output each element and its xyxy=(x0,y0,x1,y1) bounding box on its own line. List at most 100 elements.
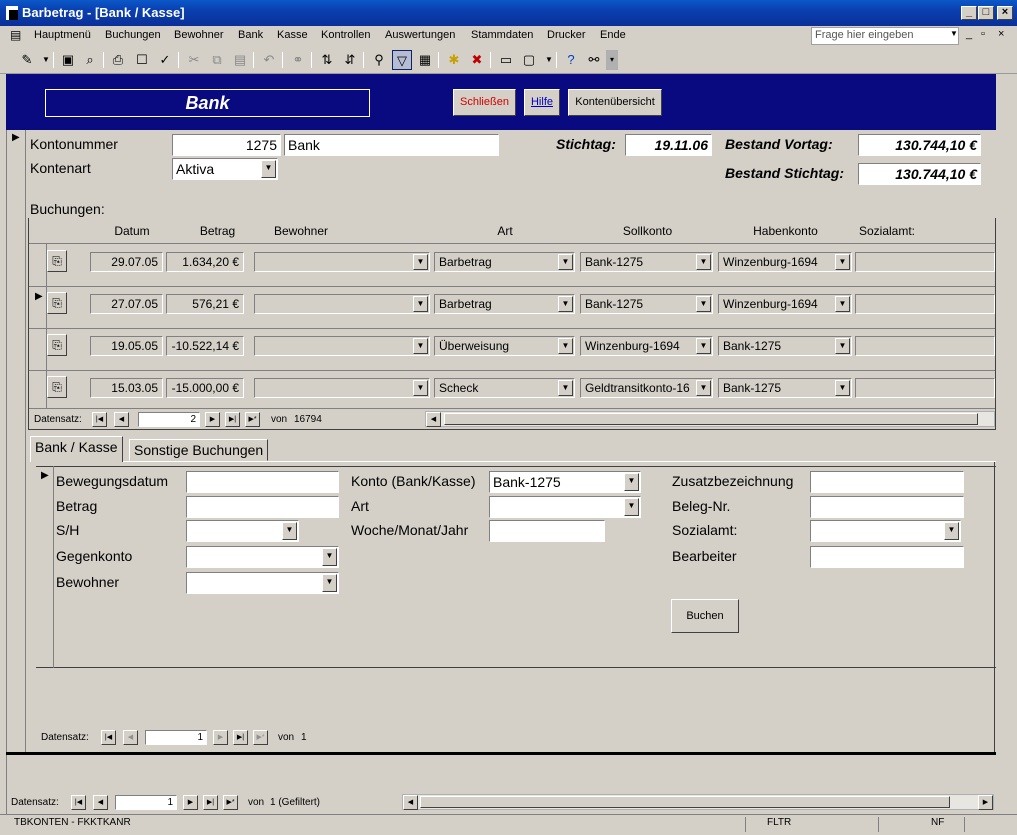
subform-scroll-thumb[interactable] xyxy=(444,413,978,425)
menu-buchungen[interactable]: Buchungen xyxy=(105,29,161,41)
cut-icon[interactable]: ✂ xyxy=(184,50,204,70)
prev-record-icon[interactable]: ◀ xyxy=(123,730,138,745)
spellcheck-icon[interactable]: ✓ xyxy=(155,50,175,70)
hyperlink-icon[interactable]: ⚭ xyxy=(288,50,308,70)
chevron-down-icon[interactable]: ▼ xyxy=(413,254,428,270)
row-bewohner[interactable]: ▼ xyxy=(254,336,430,356)
subform-record-number[interactable]: 2 xyxy=(138,412,200,427)
row-datum[interactable]: 29.07.05 xyxy=(90,252,163,272)
scroll-right-icon[interactable]: ▶ xyxy=(978,795,993,810)
menu-bewohner[interactable]: Bewohner xyxy=(174,29,224,41)
search-file-icon[interactable]: ⌕ xyxy=(80,50,100,70)
kontenuebersicht-button[interactable]: Kontenübersicht xyxy=(568,89,662,116)
chevron-down-icon[interactable]: ▼ xyxy=(413,338,428,354)
menu-kontrollen[interactable]: Kontrollen xyxy=(321,29,371,41)
bewegungsdatum-input[interactable] xyxy=(186,471,339,493)
undo-icon[interactable]: ↶ xyxy=(259,50,279,70)
save-icon[interactable]: ▣ xyxy=(58,50,78,70)
chevron-down-icon[interactable]: ▼ xyxy=(944,522,959,540)
prev-record-icon[interactable]: ◀ xyxy=(93,795,108,810)
next-record-icon[interactable]: ▶ xyxy=(213,730,228,745)
row-datum[interactable]: 15.03.05 xyxy=(90,378,163,398)
toolbar-options-icon[interactable]: ▾ xyxy=(606,50,618,70)
tab-sonstige-buchungen[interactable]: Sonstige Buchungen xyxy=(129,439,269,461)
chevron-down-icon[interactable]: ▼ xyxy=(696,296,711,312)
first-record-icon[interactable]: |◀ xyxy=(71,795,86,810)
sort-ascending-icon[interactable]: ⇅ xyxy=(317,50,337,70)
scroll-left-icon[interactable]: ◀ xyxy=(426,412,441,427)
help-dropdown-icon[interactable]: ▼ xyxy=(950,29,958,38)
maximize-button[interactable]: □ xyxy=(978,6,994,20)
delete-record-icon[interactable]: ✖ xyxy=(467,50,487,70)
chevron-down-icon[interactable]: ▼ xyxy=(696,254,711,270)
sh-select[interactable]: ▼ xyxy=(186,520,299,542)
menu-kasse[interactable]: Kasse xyxy=(277,29,308,41)
chevron-down-icon[interactable]: ▼ xyxy=(558,296,573,312)
row-sollkonto[interactable]: Bank-1275 ▼ xyxy=(580,252,713,272)
new-record-icon[interactable]: ▶* xyxy=(223,795,238,810)
row-art[interactable]: Scheck ▼ xyxy=(434,378,575,398)
next-record-icon[interactable]: ▶ xyxy=(183,795,198,810)
new-record-icon[interactable]: ▶* xyxy=(245,412,260,427)
first-record-icon[interactable]: |◀ xyxy=(92,412,107,427)
row-betrag[interactable]: -10.522,14 € xyxy=(166,336,244,356)
chevron-down-icon[interactable]: ▼ xyxy=(558,380,573,396)
kontoname-field[interactable]: Bank xyxy=(284,134,499,156)
chevron-down-icon[interactable]: ▼ xyxy=(558,254,573,270)
bewohner-select[interactable]: ▼ xyxy=(186,572,339,594)
doc-minimize-icon[interactable]: _ xyxy=(966,28,972,40)
find-binoculars-icon[interactable]: ⚯ xyxy=(584,50,604,70)
woche-input[interactable] xyxy=(489,520,605,542)
row-sollkonto[interactable]: Geldtransitkonto-16 ▼ xyxy=(580,378,713,398)
betrag-input[interactable] xyxy=(186,496,339,518)
last-record-icon[interactable]: ▶| xyxy=(225,412,240,427)
copy-icon[interactable]: ⧉ xyxy=(207,50,227,70)
new-record-icon[interactable]: ▶* xyxy=(253,730,268,745)
first-record-icon[interactable]: |◀ xyxy=(101,730,116,745)
zusatz-input[interactable] xyxy=(810,471,964,493)
kontonummer-field[interactable]: 1275 xyxy=(172,134,281,156)
row-detail-button[interactable]: ⎘ xyxy=(47,250,67,272)
chevron-down-icon[interactable]: ▼ xyxy=(322,574,337,592)
row-habenkonto[interactable]: Winzenburg-1694 ▼ xyxy=(718,252,852,272)
row-betrag[interactable]: -15.000,00 € xyxy=(166,378,244,398)
help-icon[interactable]: ? xyxy=(561,50,581,70)
menu-drucker[interactable]: Drucker xyxy=(547,29,586,41)
row-sozialamt[interactable] xyxy=(855,294,995,314)
minimize-button[interactable]: _ xyxy=(961,6,977,20)
chevron-down-icon[interactable]: ▼ xyxy=(835,254,850,270)
kontenart-select[interactable]: Aktiva ▼ xyxy=(172,158,278,180)
filter-form-icon[interactable]: ▦ xyxy=(415,50,435,70)
database-window-icon[interactable]: ▭ xyxy=(496,50,516,70)
next-record-icon[interactable]: ▶ xyxy=(205,412,220,427)
print-preview-icon[interactable]: ☐ xyxy=(132,50,152,70)
menu-ende[interactable]: Ende xyxy=(600,29,626,41)
doc-restore-icon[interactable]: ▫ xyxy=(981,28,985,40)
chevron-down-icon[interactable]: ▼ xyxy=(413,380,428,396)
chevron-down-icon[interactable]: ▼ xyxy=(558,338,573,354)
chevron-down-icon[interactable]: ▼ xyxy=(696,380,711,396)
sort-descending-icon[interactable]: ⇵ xyxy=(340,50,360,70)
hilfe-button[interactable]: Hilfe xyxy=(524,89,560,116)
new-object-icon[interactable]: ▢ xyxy=(519,50,539,70)
menu-stammdaten[interactable]: Stammdaten xyxy=(471,29,533,41)
menu-doc-icon[interactable]: ▤ xyxy=(10,28,21,42)
design-view-icon[interactable]: ✎ xyxy=(17,50,37,70)
chevron-down-icon[interactable]: ▼ xyxy=(835,380,850,396)
schliessen-button[interactable]: Schließen xyxy=(453,89,516,116)
row-bewohner[interactable]: ▼ xyxy=(254,294,430,314)
paste-icon[interactable]: ▤ xyxy=(230,50,250,70)
beleg-input[interactable] xyxy=(810,496,964,518)
row-datum[interactable]: 19.05.05 xyxy=(90,336,163,356)
row-detail-button[interactable]: ⎘ xyxy=(47,334,67,356)
entry-record-number[interactable]: 1 xyxy=(145,730,207,745)
row-habenkonto[interactable]: Bank-1275 ▼ xyxy=(718,378,852,398)
row-art[interactable]: Überweisung ▼ xyxy=(434,336,575,356)
buchen-button[interactable]: Buchen xyxy=(671,599,739,633)
tab-bank-kasse[interactable]: Bank / Kasse xyxy=(30,436,123,462)
prev-record-icon[interactable]: ◀ xyxy=(114,412,129,427)
main-record-number[interactable]: 1 xyxy=(115,795,177,810)
row-bewohner[interactable]: ▼ xyxy=(254,378,430,398)
bearbeiter-input[interactable] xyxy=(810,546,964,568)
row-betrag[interactable]: 576,21 € xyxy=(166,294,244,314)
